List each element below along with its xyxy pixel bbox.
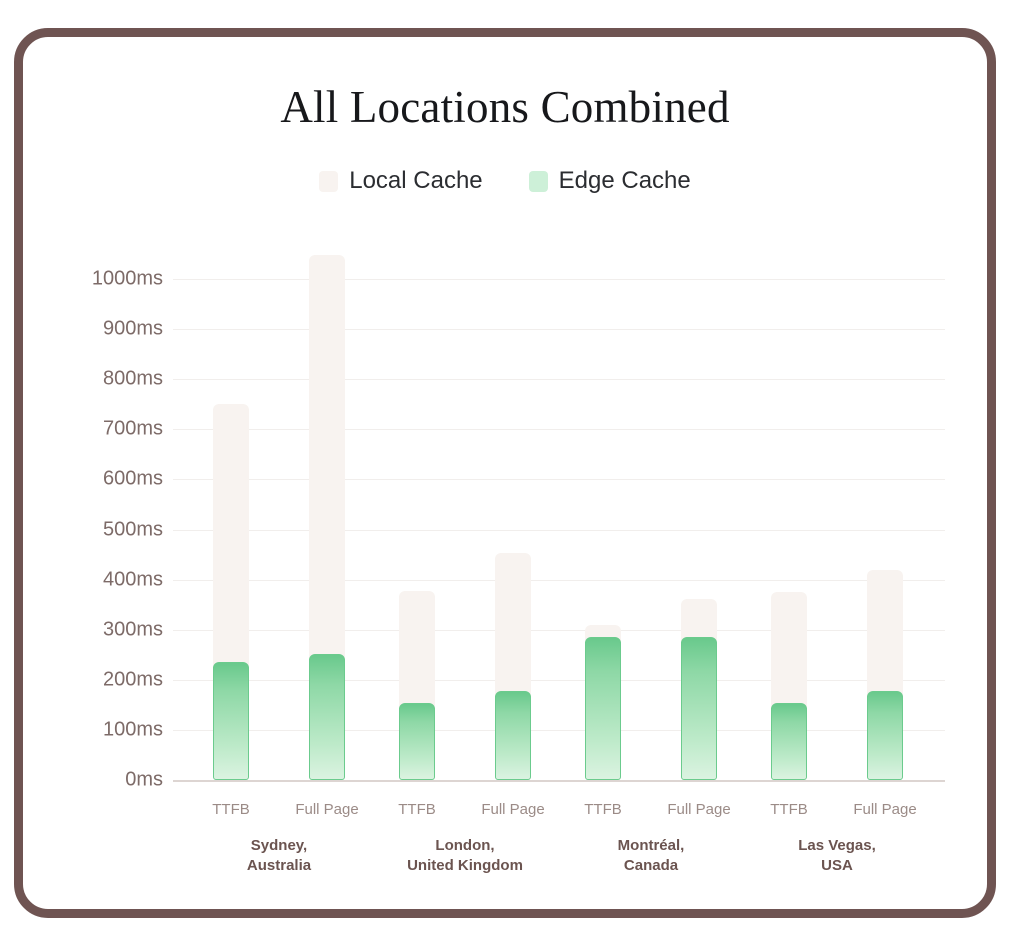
y-axis-tick-label: 100ms xyxy=(63,718,163,741)
x-axis-group-label-line: Canada xyxy=(618,856,685,876)
y-axis-ticks: 0ms 100ms 200ms 300ms 400ms 500ms 600ms 700ms 80… xyxy=(23,37,163,911)
y-axis-tick-label: 600ms xyxy=(63,468,163,491)
y-axis-tick-label: 400ms xyxy=(63,568,163,591)
gridline xyxy=(173,630,945,631)
x-axis-metric-label: TTFB xyxy=(398,801,436,818)
x-axis-group-label-line: Australia xyxy=(247,856,311,876)
gridline xyxy=(173,730,945,731)
y-axis-tick-label: 800ms xyxy=(63,368,163,391)
x-axis-metric-label: TTFB xyxy=(770,801,808,818)
plot-area: 0ms 100ms 200ms 300ms 400ms 500ms 600ms 700ms 80… xyxy=(23,37,996,911)
y-axis-tick-label: 300ms xyxy=(63,618,163,641)
x-axis-metric-label: Full Page xyxy=(295,801,358,818)
x-axis-group-label-line: Las Vegas, xyxy=(798,836,876,856)
x-axis-group-label-line: London, xyxy=(407,836,523,856)
x-axis-group-label: Las Vegas,USA xyxy=(798,836,876,877)
gridline xyxy=(173,279,945,280)
gridline xyxy=(173,329,945,330)
x-axis-group-label: Sydney,Australia xyxy=(247,836,311,877)
y-axis-tick-label: 700ms xyxy=(63,418,163,441)
y-axis-tick-label: 500ms xyxy=(63,518,163,541)
axis-baseline xyxy=(173,780,945,782)
bar-edge-cache[interactable] xyxy=(771,703,807,780)
x-axis-group-label: London,United Kingdom xyxy=(407,836,523,877)
chart-card: All Locations Combined Local CacheEdge C… xyxy=(14,28,996,918)
x-axis-group-label-line: Montréal, xyxy=(618,836,685,856)
x-axis-group-label-line: Sydney, xyxy=(247,836,311,856)
bar-edge-cache[interactable] xyxy=(399,703,435,780)
bar-edge-cache[interactable] xyxy=(867,691,903,780)
gridline xyxy=(173,580,945,581)
y-axis-tick-label: 0ms xyxy=(63,769,163,792)
bar-edge-cache[interactable] xyxy=(309,654,345,780)
gridline xyxy=(173,429,945,430)
gridline xyxy=(173,479,945,480)
gridline xyxy=(173,530,945,531)
bar-edge-cache[interactable] xyxy=(585,637,621,780)
screen-root: All Locations Combined Local CacheEdge C… xyxy=(0,0,1024,951)
x-axis-metric-label: Full Page xyxy=(667,801,730,818)
bar-edge-cache[interactable] xyxy=(681,637,717,780)
gridline xyxy=(173,680,945,681)
x-axis-metric-label: Full Page xyxy=(853,801,916,818)
x-axis-metric-label: Full Page xyxy=(481,801,544,818)
x-axis-metric-label: TTFB xyxy=(584,801,622,818)
bar-edge-cache[interactable] xyxy=(213,662,249,780)
y-axis-tick-label: 900ms xyxy=(63,318,163,341)
y-axis-tick-label: 200ms xyxy=(63,668,163,691)
y-axis-tick-label: 1000ms xyxy=(63,268,163,291)
x-axis-group-label-line: United Kingdom xyxy=(407,856,523,876)
bar-edge-cache[interactable] xyxy=(495,691,531,780)
x-axis-group-label: Montréal,Canada xyxy=(618,836,685,877)
x-axis-metric-label: TTFB xyxy=(212,801,250,818)
gridline xyxy=(173,379,945,380)
x-axis-group-label-line: USA xyxy=(798,856,876,876)
